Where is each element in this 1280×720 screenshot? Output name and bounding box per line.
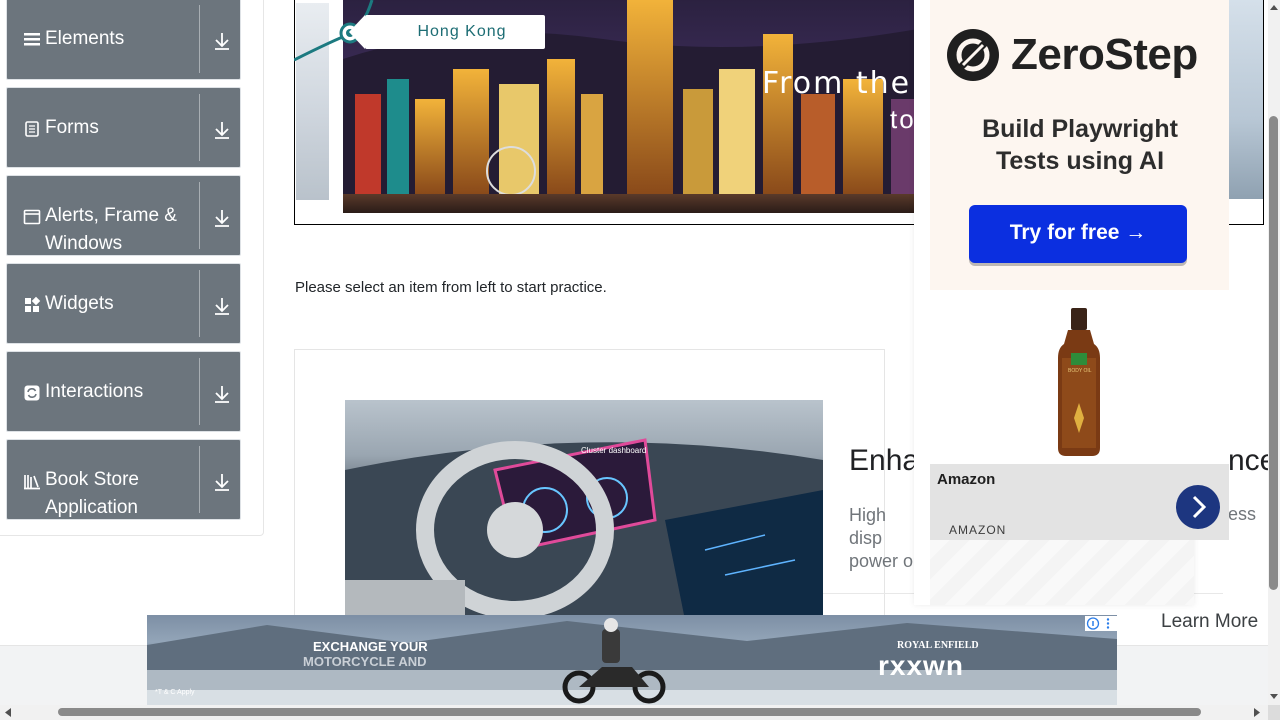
divider xyxy=(199,358,200,425)
sidebar-group-interactions[interactable]: Interactions xyxy=(6,351,241,432)
download-icon[interactable] xyxy=(212,120,232,140)
amazon-next-button[interactable] xyxy=(1176,485,1220,529)
scrollbar-corner xyxy=(1268,705,1280,720)
vertical-scrollbar-thumb[interactable] xyxy=(1269,116,1278,590)
divider xyxy=(199,446,200,513)
banner-right-image xyxy=(1227,0,1263,199)
divider xyxy=(199,270,200,337)
adchoices-icon xyxy=(1086,617,1110,630)
royal-enfield-ad[interactable] xyxy=(147,615,1117,705)
scroll-up-arrow-icon[interactable] xyxy=(1268,2,1280,12)
article-description-end: ess xyxy=(1228,504,1257,524)
car-image-caption: Cluster dashboard xyxy=(581,446,647,455)
sidebar-group-alerts[interactable]: Alerts, Frame & Windows xyxy=(6,175,241,256)
sidebar-group-label: Elements xyxy=(45,28,125,49)
sidebar-group-book-store[interactable]: Book Store Application xyxy=(6,439,241,520)
scroll-right-arrow-icon[interactable] xyxy=(1251,706,1263,719)
car-dashboard-illustration xyxy=(345,438,823,620)
download-icon[interactable] xyxy=(212,384,232,404)
scroll-down-arrow-icon[interactable] xyxy=(1268,692,1280,702)
ad-headline-2: MOTORCYCLE AND xyxy=(303,654,427,669)
practice-instruction: Please select an item from left to start… xyxy=(295,279,607,296)
zerostep-logo-icon xyxy=(947,29,999,81)
sidebar-group-widgets[interactable]: Widgets xyxy=(6,263,241,344)
motorcycle-landscape-illustration xyxy=(147,618,1117,705)
product-label: BODY OIL xyxy=(1068,368,1092,374)
chevron-right-icon xyxy=(1192,495,1207,519)
scroll-left-arrow-icon[interactable] xyxy=(2,706,14,719)
horizontal-scrollbar-thumb[interactable] xyxy=(58,708,1201,716)
books-icon xyxy=(24,475,40,490)
zerostep-tagline: Build Playwright Tests using AI xyxy=(982,115,1178,175)
divider xyxy=(199,182,200,249)
download-icon[interactable] xyxy=(212,296,232,316)
banner-headline-2: to xyxy=(890,104,916,134)
article-title[interactable]: Enha xyxy=(849,444,919,478)
sidebar-group-label: Widgets xyxy=(45,293,114,314)
window-icon xyxy=(23,209,41,225)
download-icon[interactable] xyxy=(212,31,232,51)
sidebar-group-label: Alerts, Frame & Windows xyxy=(45,205,177,254)
divider xyxy=(199,5,200,73)
adchoices-badge[interactable] xyxy=(1085,616,1117,631)
sidebar-group-label: Interactions xyxy=(45,381,144,402)
page: Elements Forms Alerts, Frame & Windows W… xyxy=(0,0,1280,720)
download-icon[interactable] xyxy=(212,472,232,492)
ad-background-pattern xyxy=(930,540,1194,605)
sidebar-group-label: Forms xyxy=(45,117,99,138)
sidebar-group-forms[interactable]: Forms xyxy=(6,87,241,168)
sync-icon xyxy=(24,385,40,401)
sidebar-group-label: Book Store Application xyxy=(45,469,139,518)
divider xyxy=(199,94,200,161)
learn-more-link[interactable]: Learn More xyxy=(1161,611,1258,633)
amazon-ad-subtitle: AMAZON xyxy=(949,523,1007,537)
ad-headline: EXCHANGE YOUR xyxy=(313,639,428,654)
body-oil-bottle-image xyxy=(1058,308,1100,456)
car-interior-image[interactable] xyxy=(345,400,823,620)
article-description: High disp power o xyxy=(849,505,914,571)
amazon-ad-title: Amazon xyxy=(937,471,996,488)
sidebar-group-elements[interactable]: Elements xyxy=(6,0,241,80)
ad-brand-wordmark: rxxwn xyxy=(878,650,964,681)
try-for-free-button[interactable]: Try for free → xyxy=(969,205,1187,263)
bars-icon xyxy=(24,33,40,46)
widgets-icon xyxy=(25,296,41,312)
document-icon xyxy=(25,121,39,137)
ad-fine-print: *T & C Apply xyxy=(155,689,195,696)
banner-location-tag: Hong Kong xyxy=(349,15,545,49)
download-icon[interactable] xyxy=(212,208,232,228)
zerostep-brand: ZeroStep xyxy=(1011,30,1198,79)
